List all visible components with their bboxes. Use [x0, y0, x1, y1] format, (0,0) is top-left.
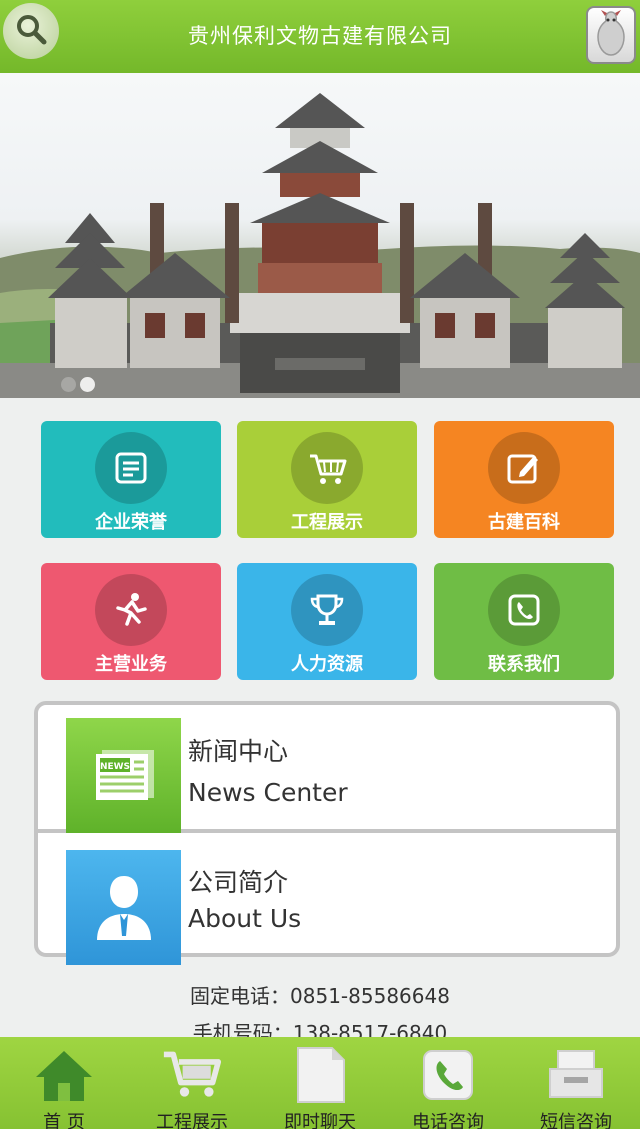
nav-sms[interactable]: 短信咨询: [512, 1037, 640, 1129]
nav-chat[interactable]: 即时聊天: [256, 1037, 384, 1129]
top-header: 贵州保利文物古建有限公司: [0, 0, 640, 73]
runner-icon: [95, 574, 167, 646]
tile-business[interactable]: 主营业务: [41, 563, 221, 680]
chat-icon: [290, 1045, 350, 1105]
news-icon: NEWS: [88, 744, 160, 808]
nav-projects[interactable]: 工程展示: [128, 1037, 256, 1129]
nav-label: 即时聊天: [284, 1112, 356, 1129]
banner-image: [0, 93, 640, 398]
document-icon: [95, 432, 167, 504]
nav-label: 短信咨询: [540, 1112, 612, 1129]
edit-icon: [488, 432, 560, 504]
tile-hr[interactable]: 人力资源: [237, 563, 417, 680]
about-us-title-cn[interactable]: 公司简介: [188, 863, 288, 899]
landline-phone[interactable]: 固定电话：0851-85586648: [0, 980, 640, 1009]
tile-honors[interactable]: 企业荣誉: [41, 421, 221, 538]
person-icon: [89, 870, 159, 946]
bottom-navigation: 首 页 工程展示 即时聊天 电话咨询 短信咨询: [0, 1037, 640, 1129]
carousel-dot[interactable]: [61, 377, 76, 392]
tile-label: 主营业务: [95, 654, 167, 675]
tile-projects[interactable]: 工程展示: [237, 421, 417, 538]
nav-home[interactable]: 首 页: [0, 1037, 128, 1129]
user-icon: [591, 8, 631, 62]
nav-phone[interactable]: 电话咨询: [384, 1037, 512, 1129]
nav-label: 首 页: [43, 1112, 85, 1129]
about-us-title-en[interactable]: About Us: [188, 904, 301, 933]
home-icon: [34, 1045, 94, 1105]
phone-icon: [418, 1045, 478, 1105]
news-center-link[interactable]: NEWS: [66, 718, 181, 833]
carousel-dot-active[interactable]: [80, 377, 95, 392]
hero-banner[interactable]: [0, 73, 640, 398]
cart-icon: [291, 432, 363, 504]
tile-contact[interactable]: 联系我们: [434, 563, 614, 680]
tile-label: 工程展示: [291, 512, 363, 533]
svg-text:NEWS: NEWS: [99, 762, 129, 772]
member-button[interactable]: [586, 6, 636, 64]
tile-label: 企业荣誉: [95, 512, 167, 533]
phone-icon: [488, 574, 560, 646]
trophy-icon: [291, 574, 363, 646]
tile-label: 联系我们: [488, 654, 560, 675]
nav-label: 电话咨询: [412, 1112, 484, 1129]
cart-icon: [162, 1045, 222, 1105]
news-center-title-cn[interactable]: 新闻中心: [188, 732, 288, 768]
nav-label: 工程展示: [156, 1112, 228, 1129]
tile-label: 人力资源: [291, 654, 363, 675]
about-us-link[interactable]: [66, 850, 181, 965]
page-title: 贵州保利文物古建有限公司: [188, 24, 452, 48]
tile-encyclopedia[interactable]: 古建百科: [434, 421, 614, 538]
message-icon: [546, 1045, 606, 1105]
tile-label: 古建百科: [488, 512, 560, 533]
news-center-title-en[interactable]: News Center: [188, 778, 348, 807]
